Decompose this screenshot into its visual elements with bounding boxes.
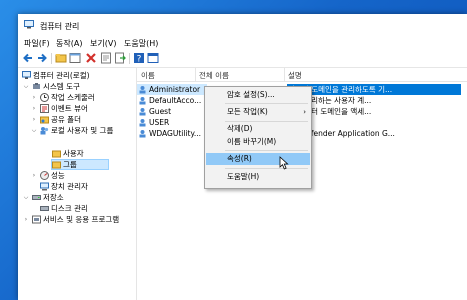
menu-separator bbox=[225, 121, 308, 122]
row-name: WDAGUtility... bbox=[149, 129, 202, 138]
row-name: USER bbox=[149, 118, 170, 127]
context-menu: 암호 설정(S)... 모든 작업(K) › 삭제(D) 이름 바꾸기(M) 속… bbox=[204, 86, 312, 189]
storage-icon bbox=[32, 195, 41, 200]
back-icon[interactable] bbox=[22, 52, 34, 64]
clock-icon bbox=[40, 93, 49, 102]
row-name: Guest bbox=[149, 107, 172, 116]
refresh-icon[interactable] bbox=[100, 52, 112, 64]
tree-item-label: 장치 관리자 bbox=[51, 182, 88, 191]
expand-icon[interactable]: › bbox=[30, 114, 38, 125]
menu-separator bbox=[225, 150, 308, 151]
tree-item-label: 로컬 사용자 및 그룹 bbox=[51, 126, 114, 135]
up-folder-icon[interactable] bbox=[55, 52, 67, 64]
menu-file[interactable]: 파일(F) bbox=[24, 38, 50, 49]
menu-item-label: 모든 작업(K) bbox=[227, 107, 268, 116]
svg-text:?: ? bbox=[137, 55, 142, 65]
expand-icon[interactable]: › bbox=[30, 170, 38, 181]
row-name: DefaultAcco... bbox=[149, 96, 202, 105]
menu-item-label: 속성(R) bbox=[227, 154, 252, 163]
menu-item-properties[interactable]: 속성(R) bbox=[206, 153, 310, 165]
menu-item-rename[interactable]: 이름 바꾸기(M) bbox=[206, 136, 310, 148]
tools-icon bbox=[33, 83, 40, 89]
event-viewer-icon bbox=[40, 104, 49, 113]
computer-management-icon bbox=[24, 20, 34, 29]
tree-item-label: 사용자 bbox=[63, 149, 84, 158]
user-icon bbox=[139, 130, 146, 138]
tree-item-label: 성능 bbox=[51, 171, 65, 180]
menu-view[interactable]: 보기(V) bbox=[90, 38, 116, 49]
expand-icon[interactable]: › bbox=[30, 103, 38, 114]
folder-icon bbox=[52, 150, 61, 158]
menu-item-label: 삭제(D) bbox=[227, 124, 253, 133]
tree-item-label: 그룹 bbox=[63, 160, 77, 169]
tree-item-label: 이벤트 뷰어 bbox=[51, 104, 88, 113]
mouse-cursor-icon bbox=[279, 156, 289, 170]
menu-help[interactable]: 도움말(H) bbox=[124, 38, 158, 49]
toolbar: ? bbox=[18, 50, 467, 68]
shared-folder-icon bbox=[40, 116, 49, 124]
window-title: 컴퓨터 관리 bbox=[40, 22, 80, 31]
column-fullname[interactable]: 전체 이름 bbox=[199, 70, 229, 81]
menu-separator bbox=[225, 168, 308, 169]
computer-icon bbox=[22, 71, 31, 79]
menu-item-all-tasks[interactable]: 모든 작업(K) › bbox=[206, 106, 310, 118]
menu-item-label: 암호 설정(S)... bbox=[227, 90, 275, 99]
list-header: 이름 전체 이름 설명 bbox=[137, 68, 467, 82]
disk-icon bbox=[40, 206, 49, 211]
toolbar-separator bbox=[129, 53, 130, 64]
menu-action[interactable]: 동작(A) bbox=[56, 38, 82, 49]
device-manager-icon bbox=[40, 182, 49, 191]
toolbar-separator bbox=[51, 53, 52, 64]
user-icon bbox=[139, 97, 146, 105]
folder-icon bbox=[52, 161, 61, 169]
users-icon bbox=[40, 127, 49, 135]
collapse-icon[interactable]: ⌵ bbox=[30, 125, 38, 136]
column-divider[interactable] bbox=[284, 68, 285, 81]
menu-item-label: 이름 바꾸기(M) bbox=[227, 137, 277, 146]
column-name[interactable]: 이름 bbox=[141, 70, 155, 81]
menu-item-delete[interactable]: 삭제(D) bbox=[206, 123, 310, 135]
services-icon bbox=[32, 215, 41, 224]
tree-item-label: 서비스 및 응용 프로그램 bbox=[43, 215, 120, 224]
menu-bar: 파일(F) 동작(A) 보기(V) 도움말(H) bbox=[18, 36, 467, 50]
performance-icon bbox=[40, 171, 49, 180]
menu-item-label: 도움말(H) bbox=[227, 172, 260, 181]
navigation-tree: 컴퓨터 관리(로컬) ⌵ 시스템 도구 › 작업 스케줄러 › 이벤트 뷰어 ›… bbox=[18, 68, 137, 300]
title-bar[interactable]: 컴퓨터 관리 bbox=[18, 14, 467, 36]
tree-item-label: 공유 폴더 bbox=[51, 115, 81, 124]
user-icon bbox=[139, 108, 146, 116]
tree-item-label: 저장소 bbox=[43, 193, 64, 202]
expand-icon[interactable]: › bbox=[30, 92, 38, 103]
collapse-icon[interactable]: ⌵ bbox=[22, 81, 30, 92]
tree-item-label: 작업 스케줄러 bbox=[51, 93, 95, 102]
tree-item-label: 시스템 도구 bbox=[43, 82, 80, 91]
expand-icon[interactable]: › bbox=[22, 214, 30, 225]
collapse-icon[interactable]: ⌵ bbox=[22, 192, 30, 203]
menu-separator bbox=[225, 103, 308, 104]
forward-icon[interactable] bbox=[36, 52, 48, 64]
row-name: Administrator bbox=[149, 85, 201, 94]
console-icon[interactable] bbox=[147, 52, 159, 64]
delete-icon[interactable] bbox=[85, 52, 97, 64]
column-description[interactable]: 설명 bbox=[288, 70, 302, 81]
tree-item-label: 디스크 관리 bbox=[51, 204, 88, 213]
help-icon[interactable]: ? bbox=[133, 52, 145, 64]
user-icon bbox=[139, 86, 146, 94]
properties-icon[interactable] bbox=[69, 52, 81, 64]
user-icon bbox=[139, 119, 146, 127]
menu-item-help[interactable]: 도움말(H) bbox=[206, 171, 310, 183]
menu-item-set-password[interactable]: 암호 설정(S)... bbox=[206, 89, 310, 101]
export-icon[interactable] bbox=[114, 52, 126, 64]
tree-root-label: 컴퓨터 관리(로컬) bbox=[33, 71, 90, 80]
column-divider[interactable] bbox=[195, 68, 196, 81]
submenu-arrow-icon: › bbox=[303, 108, 306, 116]
